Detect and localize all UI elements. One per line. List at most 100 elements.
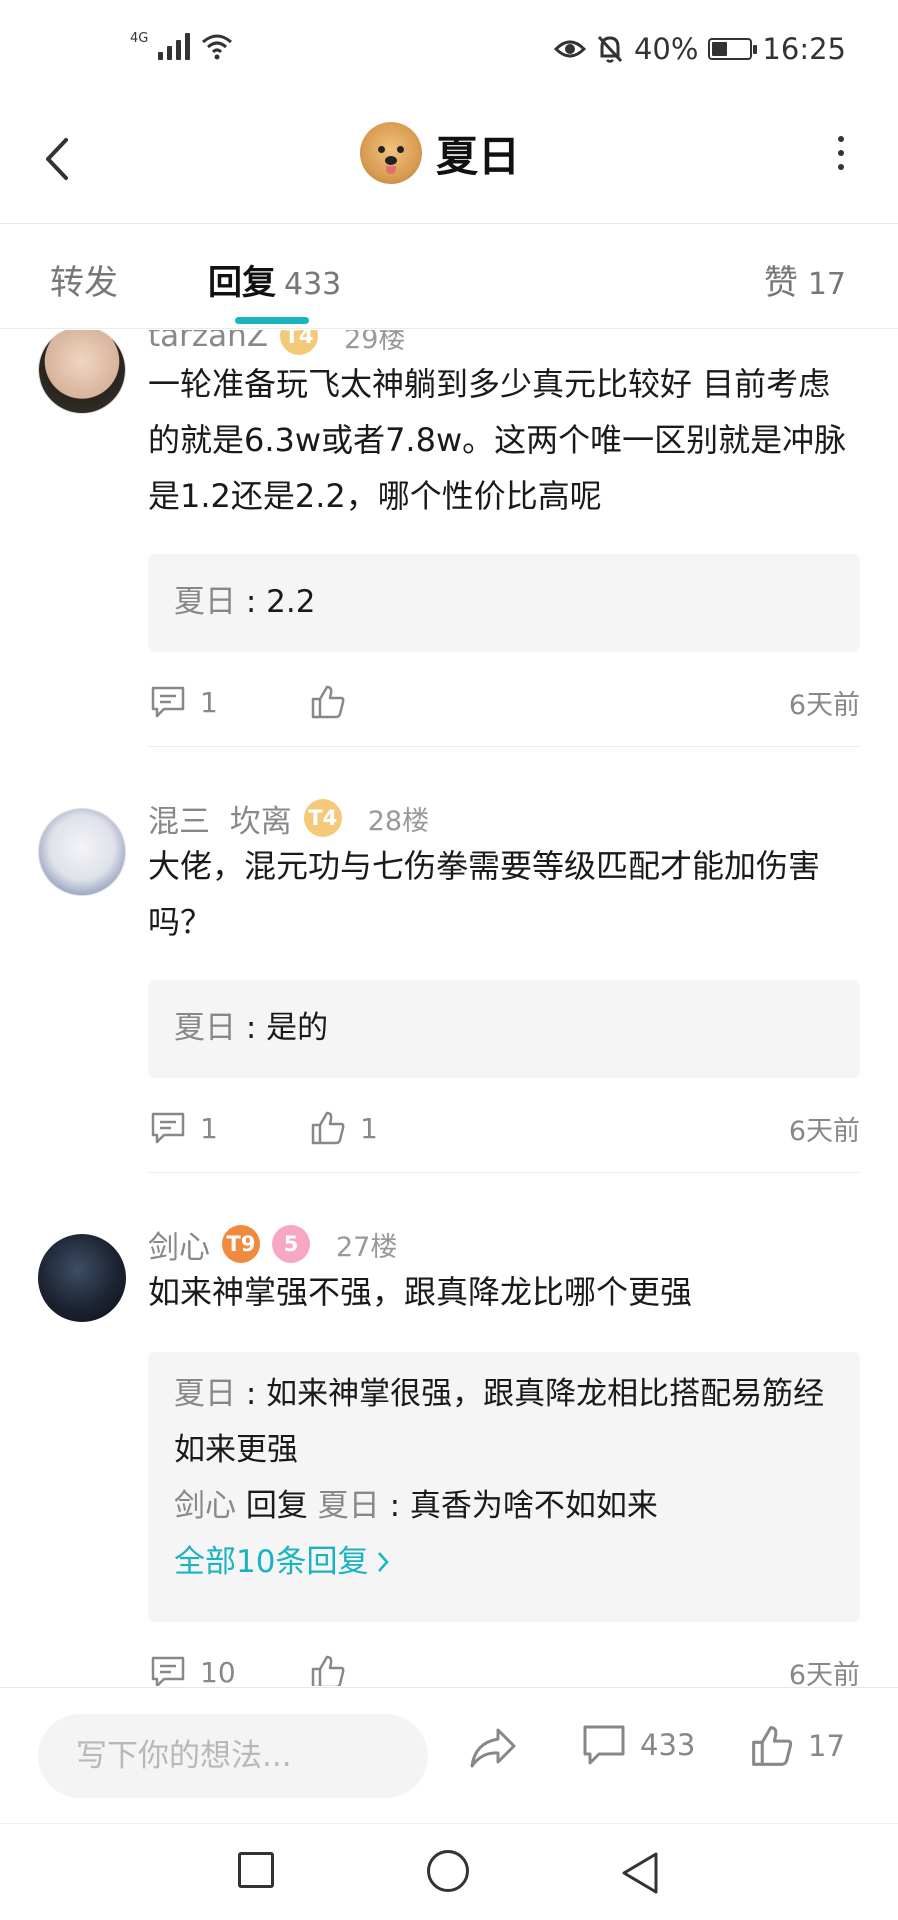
- tab-reply-label: 回复: [208, 263, 276, 303]
- reply-box[interactable]: 夏日 : 如来神掌很强，跟真降龙相比搭配易筋经如来更强 剑心 回复 夏日 : 真…: [148, 1352, 860, 1622]
- timestamp: 6天前: [788, 1659, 860, 1687]
- floor-number: 29楼: [344, 330, 406, 355]
- signal-icon: [158, 30, 191, 60]
- thumb-up-icon: [311, 1655, 345, 1686]
- tab-like-label: 赞: [763, 263, 798, 303]
- tab-forward[interactable]: 转发: [50, 255, 118, 304]
- avatar-nose: [385, 156, 397, 165]
- share-icon: [470, 1728, 516, 1768]
- battery-icon: [708, 38, 758, 60]
- reply-count: 1: [200, 685, 218, 719]
- comment-text: 如来神掌强不强，跟真降龙比哪个更强: [148, 1273, 693, 1311]
- level-badge: T4: [303, 799, 342, 837]
- battery-fill: [712, 42, 727, 56]
- title-group[interactable]: 夏日: [360, 122, 520, 184]
- level-badge: T9: [222, 1225, 260, 1263]
- comment-actions: 1 1 6天前: [150, 1108, 860, 1148]
- like-count-button[interactable]: 17: [750, 1724, 845, 1768]
- tab-reply[interactable]: 回复 433: [208, 255, 341, 304]
- battery-percent: 40%: [633, 32, 699, 66]
- username[interactable]: 剑心: [148, 1222, 210, 1267]
- comment-icon: [151, 1112, 185, 1144]
- comment-icon: [583, 1725, 625, 1765]
- username[interactable]: 混三 坎离: [148, 796, 292, 841]
- reply-button[interactable]: 1: [150, 685, 280, 719]
- comment-list: tarzanZ T4 29楼 一轮准备玩飞太神躺到多少真元比较好 目前考虑的就是…: [0, 330, 898, 1686]
- reply-separator: :: [236, 1376, 267, 1412]
- comment-actions: 1 6天前: [150, 682, 860, 722]
- thumb-up-icon: [311, 685, 345, 719]
- status-right: 40% 16:25: [553, 32, 846, 66]
- nav-back-icon[interactable]: [618, 1850, 662, 1896]
- thumb-up-icon: [752, 1726, 793, 1766]
- comment-text: 一轮准备玩飞太神躺到多少真元比较好 目前考虑的就是6.3w或者7.8w。这两个唯…: [148, 365, 847, 515]
- comment-icon: [151, 1656, 185, 1686]
- reply-author[interactable]: 夏日: [174, 1010, 236, 1046]
- eye-icon: [553, 40, 586, 58]
- tab-indicator: [235, 317, 309, 324]
- reply-text: 如来神掌很强，跟真降龙相比搭配易筋经如来更强: [174, 1376, 825, 1468]
- reply-separator: :: [379, 1488, 410, 1524]
- reply-to-label: 回复: [236, 1488, 318, 1524]
- comment-meta: tarzanZ T4 29楼: [148, 330, 405, 358]
- comment-item: 剑心 T9 5 27楼 如来神掌强不强，跟真降龙比哪个更强 夏日 : 如来神掌很…: [0, 1222, 898, 1686]
- fan-badge: 5: [272, 1225, 310, 1263]
- comment-icon: [151, 686, 185, 718]
- avatar[interactable]: [38, 330, 126, 414]
- reply-target[interactable]: 夏日: [318, 1488, 380, 1524]
- avatar-eye: [397, 146, 404, 153]
- reply-author[interactable]: 夏日: [174, 584, 236, 620]
- all-replies-link[interactable]: 全部10条回复: [174, 1534, 834, 1590]
- author-avatar[interactable]: [360, 122, 422, 184]
- all-replies-label: 全部10条回复: [174, 1544, 369, 1580]
- comment-count-button[interactable]: 433: [582, 1724, 695, 1766]
- reply-text: 真香为啥不如如来: [409, 1488, 658, 1524]
- page-title: 夏日: [436, 131, 521, 181]
- back-icon[interactable]: [38, 134, 78, 184]
- comment-text: 大佬，混元功与七伤拳需要等级匹配才能加伤害吗？: [148, 847, 821, 941]
- like-button[interactable]: [310, 684, 360, 720]
- network-type: 4G: [130, 31, 149, 46]
- reply-author[interactable]: 夏日: [174, 1376, 236, 1412]
- floor-number: 28楼: [367, 805, 430, 837]
- reply-button[interactable]: 1: [150, 1111, 280, 1145]
- comment-input[interactable]: 写下你的想法...: [38, 1714, 428, 1798]
- like-count: 1: [360, 1111, 378, 1145]
- chevron-right-icon: [378, 1552, 390, 1572]
- avatar[interactable]: [38, 1234, 126, 1322]
- reply-separator: :: [236, 584, 267, 620]
- timestamp: 6天前: [788, 689, 860, 721]
- username[interactable]: tarzanZ: [148, 330, 268, 354]
- tab-reply-count: 433: [284, 267, 342, 302]
- comment-item: tarzanZ T4 29楼 一轮准备玩飞太神躺到多少真元比较好 目前考虑的就是…: [0, 330, 898, 747]
- comment-actions: 10 6天前: [150, 1652, 860, 1686]
- status-bar: 4G 40% 16:25: [0, 0, 898, 100]
- reply-count: 10: [200, 1655, 236, 1687]
- reply-line: 夏日 : 如来神掌很强，跟真降龙相比搭配易筋经如来更强: [174, 1366, 834, 1478]
- timestamp: 6天前: [788, 1115, 860, 1147]
- divider: [148, 746, 860, 747]
- like-button[interactable]: [310, 1654, 360, 1686]
- comment-meta: 混三 坎离 T4 28楼: [148, 796, 429, 840]
- comment-item: 混三 坎离 T4 28楼 大佬，混元功与七伤拳需要等级匹配才能加伤害吗？ 夏日 …: [0, 796, 898, 1216]
- avatar[interactable]: [38, 808, 126, 896]
- more-icon[interactable]: [838, 136, 844, 170]
- share-button[interactable]: [468, 1726, 518, 1774]
- reply-count: 1: [200, 1111, 218, 1145]
- like-count: 17: [808, 1729, 845, 1763]
- avatar-eye: [378, 146, 385, 153]
- home-button[interactable]: [427, 1850, 469, 1892]
- tab-bar: 转发 回复 433 赞 17: [0, 225, 898, 329]
- bell-off-icon: [597, 35, 623, 63]
- floor-number: 27楼: [336, 1231, 398, 1263]
- reply-button[interactable]: 10: [150, 1655, 280, 1686]
- reply-box[interactable]: 夏日 : 2.2: [148, 554, 860, 652]
- wifi-icon: [202, 34, 233, 60]
- reply-author[interactable]: 剑心: [174, 1488, 236, 1524]
- tab-like[interactable]: 赞 17: [764, 255, 846, 304]
- recents-button[interactable]: [238, 1852, 274, 1888]
- like-button[interactable]: 1: [310, 1110, 378, 1146]
- clock: 16:25: [762, 32, 846, 66]
- avatar-tongue: [386, 166, 396, 174]
- reply-box[interactable]: 夏日 : 是的: [148, 980, 860, 1078]
